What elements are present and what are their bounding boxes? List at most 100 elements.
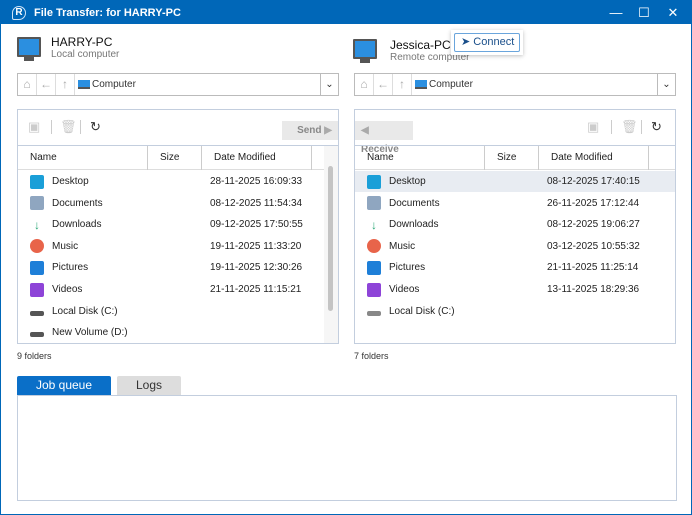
list-item[interactable]: Local Disk (C:)	[18, 301, 324, 322]
item-name: Music	[389, 240, 416, 252]
local-path-field[interactable]: Computer	[75, 74, 320, 95]
arrow-right-icon: ▶	[324, 125, 332, 136]
list-item[interactable]: Documents 08-12-2025 11:54:34	[18, 193, 324, 214]
column-date-modified[interactable]: Date Modified	[539, 146, 649, 170]
new-folder-icon[interactable]: ▣	[28, 119, 40, 135]
item-date: 03-12-2025 10:55:32	[547, 240, 640, 252]
item-name: Local Disk (C:)	[52, 305, 118, 317]
delete-icon[interactable]: 🗑	[621, 119, 638, 135]
videos-icon	[367, 282, 381, 297]
computer-icon	[78, 80, 90, 89]
maximize-button[interactable]: ☐	[629, 1, 659, 24]
up-button[interactable]: ↑	[56, 74, 75, 95]
close-button[interactable]: ✕	[658, 1, 688, 24]
local-toolbar: ▣ 🗑 ↻ Send ▶	[18, 114, 338, 142]
tab-logs[interactable]: Logs	[117, 376, 181, 395]
local-path-text: Computer	[92, 79, 136, 90]
remote-address-bar: ⌂ ← ↑ Computer ⌄	[354, 73, 676, 96]
list-item[interactable]: Videos 21-11-2025 11:15:21	[18, 279, 324, 300]
up-button[interactable]: ↑	[393, 74, 412, 95]
item-name: Downloads	[389, 219, 439, 231]
chevron-down-icon[interactable]: ⌄	[657, 74, 675, 95]
connect-button[interactable]: ➤ Connect	[454, 33, 520, 52]
column-size[interactable]: Size	[485, 146, 539, 170]
new-folder-icon[interactable]: ▣	[587, 119, 599, 135]
home-button[interactable]: ⌂	[355, 74, 374, 95]
tab-job-queue[interactable]: Job queue	[17, 376, 111, 395]
list-item[interactable]: ↓ Downloads 08-12-2025 19:06:27	[355, 214, 675, 235]
remote-computer-icon	[353, 39, 377, 63]
connect-label: Connect	[473, 36, 515, 48]
item-date: 21-11-2025 11:25:14	[547, 262, 639, 274]
app-logo-icon: R	[12, 5, 26, 20]
local-address-bar: ⌂ ← ↑ Computer ⌄	[17, 73, 339, 96]
item-date: 13-11-2025 18:29:36	[547, 284, 640, 295]
connect-popup: ➤ Connect	[451, 30, 523, 55]
chevron-down-icon[interactable]: ⌄	[320, 74, 338, 95]
refresh-icon[interactable]: ↻	[90, 119, 101, 135]
list-item[interactable]: Pictures 19-11-2025 12:30:26	[18, 257, 324, 278]
list-item[interactable]: ↓ Downloads 09-12-2025 17:50:55	[18, 214, 324, 235]
back-button[interactable]: ←	[37, 74, 56, 95]
send-button[interactable]: Send ▶	[282, 121, 338, 140]
music-icon	[30, 239, 44, 254]
job-queue-panel	[17, 395, 677, 501]
music-icon	[367, 239, 381, 254]
receive-button[interactable]: ◀ Receive	[355, 121, 413, 155]
item-date: 26-11-2025 17:12:44	[547, 197, 640, 209]
scrollbar[interactable]	[324, 146, 338, 343]
item-name: Videos	[389, 284, 420, 295]
column-size[interactable]: Size	[148, 146, 202, 170]
file-transfer-window: R File Transfer: for HARRY-PC — ☐ ✕ HARR…	[0, 0, 692, 515]
item-name: Videos	[52, 284, 83, 295]
list-item[interactable]: Music 19-11-2025 11:33:20	[18, 236, 324, 257]
home-button[interactable]: ⌂	[18, 74, 37, 95]
list-item[interactable]: Music 03-12-2025 10:55:32	[355, 236, 675, 257]
local-file-panel: ▣ 🗑 ↻ Send ▶ Name Size Date Modified Des…	[17, 109, 339, 344]
item-name: Documents	[389, 197, 440, 209]
local-status: 9 folders	[17, 351, 52, 361]
item-date: 28-11-2025 16:09:33	[210, 176, 303, 187]
computer-icon	[415, 80, 427, 89]
downloads-icon: ↓	[371, 217, 377, 232]
cursor-icon: ➤	[461, 36, 471, 48]
remote-path-text: Computer	[429, 79, 473, 90]
list-item[interactable]: Desktop 08-12-2025 17:40:15	[355, 171, 675, 192]
list-item[interactable]: Pictures 21-11-2025 11:25:14	[355, 257, 675, 278]
window-title: File Transfer: for HARRY-PC	[34, 6, 181, 19]
desktop-icon	[30, 174, 44, 189]
list-item[interactable]: Documents 26-11-2025 17:12:44	[355, 193, 675, 214]
item-name: Pictures	[52, 262, 89, 274]
back-button[interactable]: ←	[374, 74, 393, 95]
drive-icon	[367, 310, 381, 316]
documents-icon	[367, 196, 381, 211]
item-date: 19-11-2025 11:33:20	[210, 240, 302, 252]
remote-status: 7 folders	[354, 351, 389, 361]
refresh-icon[interactable]: ↻	[651, 119, 662, 135]
column-name[interactable]: Name	[18, 146, 148, 170]
arrow-left-icon: ◀	[361, 125, 369, 136]
column-date-modified[interactable]: Date Modified	[202, 146, 312, 170]
column-name[interactable]: Name	[355, 146, 485, 170]
item-date: 08-12-2025 19:06:27	[547, 219, 640, 231]
delete-icon[interactable]: 🗑	[60, 119, 77, 135]
item-date: 09-12-2025 17:50:55	[210, 219, 303, 231]
remote-path-field[interactable]: Computer	[412, 74, 657, 95]
list-item[interactable]: Desktop 28-11-2025 16:09:33	[18, 171, 324, 192]
remote-file-list: Name Size Date Modified Desktop 08-12-202…	[355, 145, 675, 343]
list-item[interactable]: New Volume (D:)	[18, 322, 324, 343]
local-computer-label: Local computer	[51, 49, 120, 60]
videos-icon	[30, 282, 44, 297]
remote-toolbar: ◀ Receive ▣ 🗑 ↻	[355, 114, 675, 155]
minimize-button[interactable]: —	[601, 1, 631, 24]
item-name: New Volume (D:)	[52, 327, 128, 339]
item-name: Desktop	[389, 176, 426, 187]
item-date: 21-11-2025 11:15:21	[210, 284, 302, 295]
item-date: 08-12-2025 17:40:15	[547, 176, 640, 187]
item-date: 19-11-2025 12:30:26	[210, 262, 303, 274]
item-date: 08-12-2025 11:54:34	[210, 197, 303, 209]
list-item[interactable]: Local Disk (C:)	[355, 301, 675, 322]
list-item[interactable]: Videos 13-11-2025 18:29:36	[355, 279, 675, 300]
pictures-icon	[30, 260, 44, 275]
local-computer-icon	[17, 37, 41, 61]
